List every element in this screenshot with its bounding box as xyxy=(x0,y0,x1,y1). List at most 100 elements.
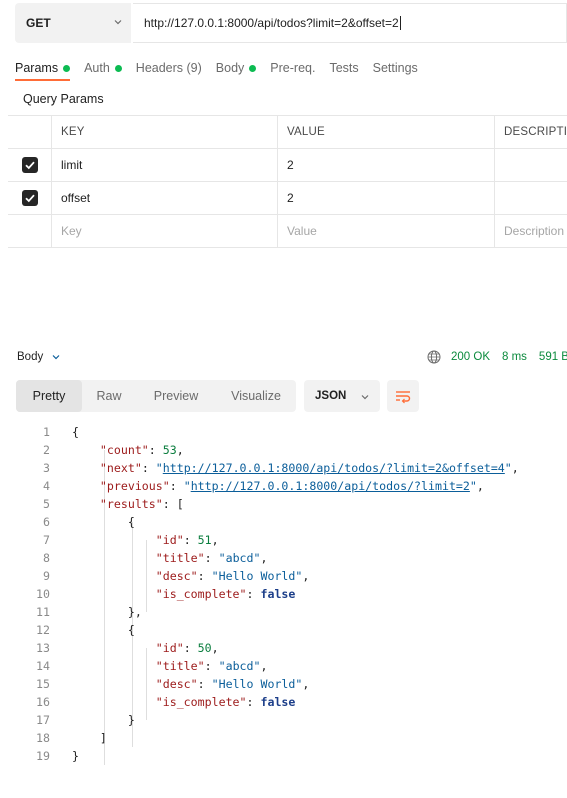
table-row: offset 2 xyxy=(8,182,567,215)
json-previous-link[interactable]: http://127.0.0.1:8000/api/todos/?limit=2 xyxy=(191,479,470,493)
response-time[interactable]: 8 ms xyxy=(502,351,527,363)
wrap-lines-button[interactable] xyxy=(387,380,419,412)
tab-body[interactable]: Body xyxy=(216,61,257,75)
line-number: 14 xyxy=(36,659,50,673)
tab-settings[interactable]: Settings xyxy=(373,61,418,75)
json-is-complete-value: false xyxy=(260,695,296,709)
header-checkbox-cell xyxy=(8,116,51,148)
code-text: ] xyxy=(72,731,107,745)
tab-label: Settings xyxy=(372,61,418,75)
code-text: "id": 50, xyxy=(155,641,219,655)
response-bar: Body 200 OK 8 ms 591 B xyxy=(17,347,567,367)
code-line: 9 "desc": "Hello World", xyxy=(0,567,567,585)
table-row-placeholder: Key Value Description xyxy=(8,215,567,248)
code-text: "desc": "Hello World", xyxy=(155,569,310,583)
param-key-cell[interactable]: offset xyxy=(51,182,277,214)
param-key-cell[interactable]: limit xyxy=(51,149,277,181)
format-select[interactable]: JSON xyxy=(304,380,380,412)
code-text: { xyxy=(72,515,135,529)
json-desc-value: Hello World xyxy=(218,677,296,691)
line-number: 11 xyxy=(36,605,50,619)
tab-tests[interactable]: Tests xyxy=(329,61,358,75)
tab-label: Body xyxy=(215,61,245,75)
tab-auth[interactable]: Auth xyxy=(84,61,122,75)
checkbox-checked[interactable] xyxy=(21,190,38,206)
param-value-cell[interactable]: 2 xyxy=(277,149,494,181)
status-code[interactable]: 200 OK xyxy=(451,351,490,363)
column-header-key: KEY xyxy=(51,116,277,148)
tab-params[interactable]: Params xyxy=(15,61,71,75)
row-checkbox-cell xyxy=(8,182,51,214)
line-number: 13 xyxy=(36,641,50,655)
code-text: "title": "abcd", xyxy=(155,551,268,565)
globe-icon[interactable] xyxy=(427,350,441,364)
status-dot-icon xyxy=(114,64,122,72)
new-key-input[interactable]: Key xyxy=(51,215,277,247)
line-number: 12 xyxy=(36,623,50,637)
url-text: http://127.0.0.1:8000/api/todos?limit=2&… xyxy=(144,16,399,30)
response-status: 200 OK 8 ms 591 B xyxy=(427,350,567,364)
json-title-value: abcd xyxy=(225,659,254,673)
line-number: 4 xyxy=(43,479,50,493)
param-description-cell[interactable] xyxy=(494,182,567,214)
active-tab-indicator xyxy=(15,79,70,81)
code-line: 12 { xyxy=(0,621,567,639)
text-caret xyxy=(399,16,401,30)
row-checkbox-cell xyxy=(8,215,51,247)
line-number: 17 xyxy=(36,713,50,727)
code-line: 6 { xyxy=(0,513,567,531)
code-line: 11 }, xyxy=(0,603,567,621)
code-line: 15 "desc": "Hello World", xyxy=(0,675,567,693)
wrap-lines-icon xyxy=(396,391,411,404)
line-number: 2 xyxy=(43,443,50,457)
code-text: "count": 53, xyxy=(99,443,184,457)
line-number: 6 xyxy=(43,515,50,529)
code-line: 16 "is_complete": false xyxy=(0,693,567,711)
request-tabs: Params Auth Headers (9) Body Pre-req. Te… xyxy=(15,58,432,78)
response-body-label: Body xyxy=(17,351,44,363)
params-table: KEY VALUE DESCRIPTION limit 2 offset 2 K… xyxy=(8,115,567,248)
code-text: "id": 51, xyxy=(155,533,219,547)
code-line: 17 } xyxy=(0,711,567,729)
json-next-link[interactable]: http://127.0.0.1:8000/api/todos/?limit=2… xyxy=(163,461,505,475)
chevron-down-icon xyxy=(52,355,60,360)
new-value-input[interactable]: Value xyxy=(277,215,494,247)
code-line: 7 "id": 51, xyxy=(0,531,567,549)
code-line: 8 "title": "abcd", xyxy=(0,549,567,567)
line-number: 15 xyxy=(36,677,50,691)
json-is-complete-value: false xyxy=(260,587,296,601)
tab-label: Params xyxy=(15,61,59,75)
code-line: 10 "is_complete": false xyxy=(0,585,567,603)
checkbox-checked[interactable] xyxy=(21,157,38,173)
tab-label: Headers (9) xyxy=(135,61,202,75)
row-checkbox-cell xyxy=(8,149,51,181)
view-mode-tabs: Pretty Raw Preview Visualize xyxy=(16,380,296,412)
param-description-cell[interactable] xyxy=(494,149,567,181)
response-size[interactable]: 591 B xyxy=(539,351,567,363)
param-value-cell[interactable]: 2 xyxy=(277,182,494,214)
url-input[interactable]: http://127.0.0.1:8000/api/todos?limit=2&… xyxy=(133,3,567,43)
tab-label: Pre-req. xyxy=(270,61,316,75)
response-json-viewer[interactable]: 1 { 2 "count": 53, 3 "next": "http://127.… xyxy=(0,423,567,765)
tab-preview[interactable]: Preview xyxy=(136,380,216,412)
code-line: 14 "title": "abcd", xyxy=(0,657,567,675)
line-number: 8 xyxy=(43,551,50,565)
line-number: 1 xyxy=(43,425,50,439)
line-number: 16 xyxy=(36,695,50,709)
chevron-down-icon xyxy=(114,20,122,25)
tab-raw[interactable]: Raw xyxy=(82,380,136,412)
tab-headers[interactable]: Headers (9) xyxy=(136,61,202,75)
line-number: 10 xyxy=(36,587,50,601)
code-text: } xyxy=(72,749,79,763)
response-body-dropdown[interactable]: Body xyxy=(17,351,61,363)
tab-pretty[interactable]: Pretty xyxy=(16,380,82,412)
format-label: JSON xyxy=(315,390,347,402)
code-line: 3 "next": "http://127.0.0.1:8000/api/tod… xyxy=(0,459,567,477)
new-description-input[interactable]: Description xyxy=(494,215,567,247)
method-select[interactable]: GET xyxy=(15,3,131,43)
table-row: limit 2 xyxy=(8,149,567,182)
tab-visualize[interactable]: Visualize xyxy=(216,380,296,412)
code-text: { xyxy=(72,623,135,637)
tab-pre-request[interactable]: Pre-req. xyxy=(270,61,315,75)
chevron-down-icon xyxy=(361,395,369,400)
